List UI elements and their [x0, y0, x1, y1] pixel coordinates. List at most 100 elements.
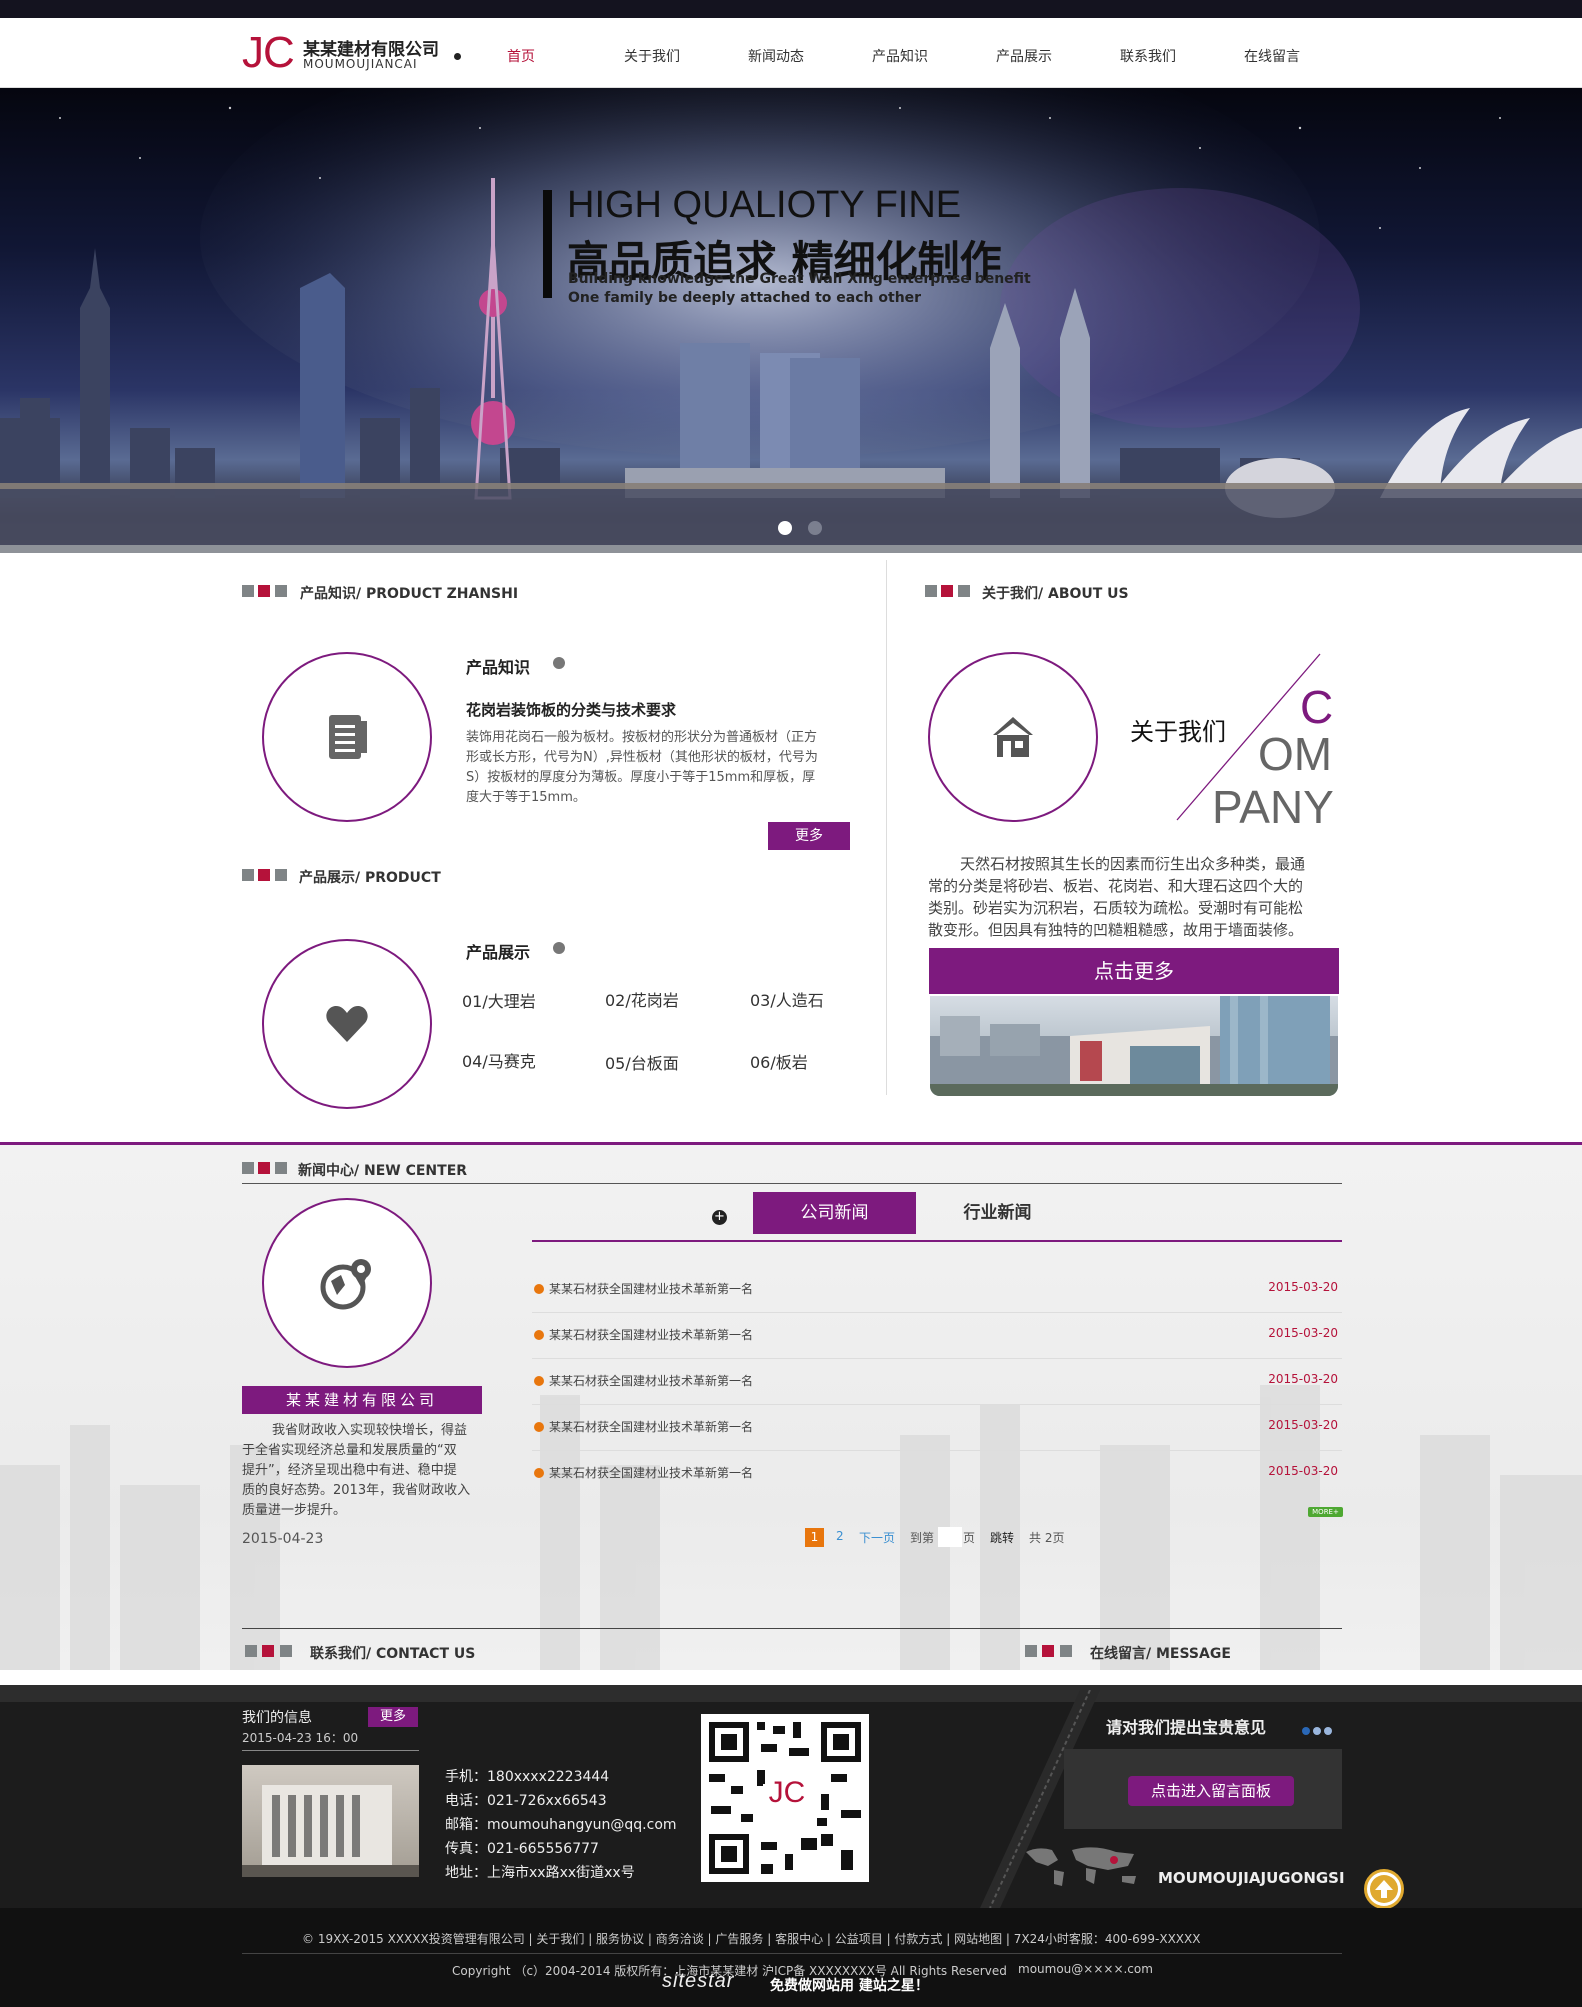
- bottom-links[interactable]: © 19XX-2015 XXXXX投资管理有限公司 | 关于我们 | 服务协议 …: [302, 1930, 1200, 1947]
- tabs-underline: [532, 1240, 1342, 1242]
- nav-product-knowledge[interactable]: 产品知识: [872, 46, 928, 66]
- product-item-6[interactable]: 06/板岩: [750, 1049, 808, 1073]
- header-nav: JC 某某建材有限公司 MOUMOUJIANCAI 首页 关于我们 新闻动态 产…: [0, 18, 1582, 88]
- bottom-divider: [242, 1953, 1342, 1954]
- about-word-c: C: [1300, 681, 1334, 733]
- footer-company-en: MOUMOUJIAJUGONGSI: [1158, 1869, 1345, 1887]
- about-building-image: [930, 996, 1338, 1096]
- product-show-dot: [553, 942, 565, 954]
- logo-name-en: MOUMOUJIANCAI: [303, 57, 418, 71]
- about-header: 关于我们/ ABOUT US: [925, 583, 1325, 602]
- product-knowledge-subtitle: 产品知识: [466, 658, 531, 677]
- document-circle: [262, 652, 432, 822]
- info-divider: [242, 1750, 419, 1751]
- city-skyline-image: [0, 88, 1582, 553]
- footer-address: 地址：上海市xx路xx街道xx号: [445, 1865, 635, 1881]
- product-show-subtitle: 产品展示: [466, 943, 531, 962]
- qr-logo: JC: [768, 1776, 806, 1809]
- news-row[interactable]: 某某石材获全国建材业技术革新第一名 2015-03-20: [532, 1451, 1342, 1497]
- contact-header: 联系我们/ CONTACT US: [245, 1643, 645, 1662]
- page-1[interactable]: 1: [805, 1528, 824, 1547]
- company-label[interactable]: 某某建材有限公司: [242, 1386, 482, 1414]
- news-row[interactable]: 某某石材获全国建材业技术革新第一名 2015-03-20: [532, 1267, 1342, 1313]
- message-dots: [1302, 1720, 1332, 1739]
- heart-icon: [326, 1006, 368, 1042]
- hero-banner: HIGH QUALIOTY FINE 高品质追求 精细化制作 Building …: [0, 88, 1582, 553]
- goto-label: 到第: [910, 1531, 935, 1545]
- contact-email[interactable]: moumou@××××.com: [1018, 1962, 1153, 1976]
- banner-subline-2: One family be deeply attached to each ot…: [568, 290, 922, 306]
- footer-fax: 传真：021-665556777: [445, 1841, 599, 1857]
- logo-dot: [454, 53, 461, 60]
- message-title: 请对我们提出宝贵意见: [1106, 1718, 1267, 1737]
- company-intro: 我省财政收入实现较快增长，得益 于全省实现经济总量和发展质量的“双 提升”，经济…: [242, 1423, 471, 1518]
- footer-more-button[interactable]: 更多: [368, 1707, 418, 1727]
- house-icon: [993, 717, 1033, 757]
- news-row[interactable]: 某某石材获全国建材业技术革新第一名 2015-03-20: [532, 1313, 1342, 1359]
- page-label: 页: [963, 1531, 976, 1545]
- product-knowledge-dot: [553, 657, 565, 669]
- article-excerpt: 装饰用花岗石一般为板材。按板材的形状分为普通板材（正方 形或长方形，代号为N）,…: [466, 730, 818, 805]
- info-date: 2015-04-23 16：00: [242, 1731, 359, 1745]
- nav-message[interactable]: 在线留言: [1244, 46, 1300, 66]
- footer-tel: 电话：021-726xx66543: [445, 1793, 607, 1809]
- tab-company-news[interactable]: 公司新闻: [753, 1192, 916, 1234]
- product-show-header: 产品展示/ PRODUCT: [242, 867, 642, 886]
- globe-pin-icon: [320, 1259, 371, 1310]
- world-map-icon: [1026, 1847, 1136, 1886]
- click-more-button[interactable]: 点击更多: [929, 948, 1339, 994]
- next-page-link[interactable]: 下一页: [859, 1529, 895, 1546]
- tab-industry-news[interactable]: 行业新闻: [916, 1192, 1079, 1234]
- about-text: 天然石材按照其生长的因素而衍生出众多种类，最通 常的分类是将砂岩、板岩、花岗岩、…: [928, 855, 1306, 939]
- news-row[interactable]: 某某石材获全国建材业技术革新第一名 2015-03-20: [532, 1359, 1342, 1405]
- about-word-pany: PANY: [1212, 781, 1334, 833]
- banner-title-en: HIGH QUALIOTY FINE: [567, 184, 962, 226]
- more-button[interactable]: 更多: [768, 822, 850, 850]
- news-row[interactable]: 某某石材获全国建材业技术革新第一名 2015-03-20: [532, 1405, 1342, 1451]
- qr-code: JC: [701, 1714, 869, 1882]
- product-knowledge-header: 产品知识/ PRODUCT ZHANSHI: [242, 583, 642, 602]
- nav-home[interactable]: 首页: [507, 46, 535, 66]
- info-title: 我们的信息: [242, 1710, 312, 1726]
- footer-phone: 手机：180xxxx2223444: [445, 1769, 610, 1785]
- plus-icon[interactable]: +: [712, 1210, 727, 1225]
- banner-title-bar: [543, 190, 552, 298]
- document-icon: [329, 715, 367, 759]
- news-header-line: [242, 1183, 1342, 1184]
- more-tag[interactable]: MORE+: [1308, 1507, 1343, 1517]
- house-circle: [928, 652, 1098, 822]
- product-item-2[interactable]: 02/花岗岩: [605, 987, 679, 1011]
- banner-base-band: [0, 545, 1582, 553]
- sitestar-logo[interactable]: sitestar: [662, 1970, 734, 1993]
- message-panel-button[interactable]: 点击进入留言面板: [1128, 1776, 1294, 1806]
- column-divider: [886, 560, 887, 1095]
- product-item-3[interactable]: 03/人造石: [750, 987, 824, 1011]
- nav-news[interactable]: 新闻动态: [748, 46, 804, 66]
- banner-dot-1[interactable]: [778, 521, 792, 535]
- footer-email[interactable]: 邮箱：moumouhangyun@qq.com: [445, 1814, 677, 1834]
- product-item-1[interactable]: 01/大理岩: [462, 988, 536, 1012]
- sitestar-slogan[interactable]: 免费做网站用 建站之星！: [770, 1975, 929, 1995]
- nav-contact[interactable]: 联系我们: [1120, 46, 1176, 66]
- product-item-4[interactable]: 04/马赛克: [462, 1048, 536, 1072]
- total-pages: 共 2页: [1029, 1531, 1065, 1545]
- product-item-5[interactable]: 05/台板面: [605, 1050, 679, 1074]
- nav-about[interactable]: 关于我们: [624, 46, 680, 66]
- nav-product-show[interactable]: 产品展示: [996, 46, 1052, 66]
- back-to-top-button[interactable]: [1364, 1869, 1404, 1909]
- banner-subline-1: Building knowledge the Great Wall Xing e…: [568, 271, 1031, 287]
- arrow-up-icon: [1370, 1875, 1398, 1903]
- top-strip: [0, 0, 1582, 18]
- jump-button[interactable]: 跳转: [990, 1529, 1014, 1546]
- page-number-input[interactable]: [938, 1527, 962, 1547]
- globe-circle: [262, 1198, 432, 1368]
- heart-circle: [262, 939, 432, 1109]
- article-title[interactable]: 花岗岩装饰板的分类与技术要求: [466, 699, 676, 720]
- banner-dot-2[interactable]: [808, 521, 822, 535]
- logo-mark[interactable]: JC: [242, 28, 295, 78]
- contact-top-line: [242, 1628, 1342, 1629]
- company-intro-date: 2015-04-23: [242, 1531, 324, 1547]
- page-2[interactable]: 2: [836, 1529, 844, 1543]
- message-header: 在线留言/ MESSAGE: [1025, 1643, 1325, 1662]
- news-header: 新闻中心/ NEW CENTER: [242, 1160, 642, 1179]
